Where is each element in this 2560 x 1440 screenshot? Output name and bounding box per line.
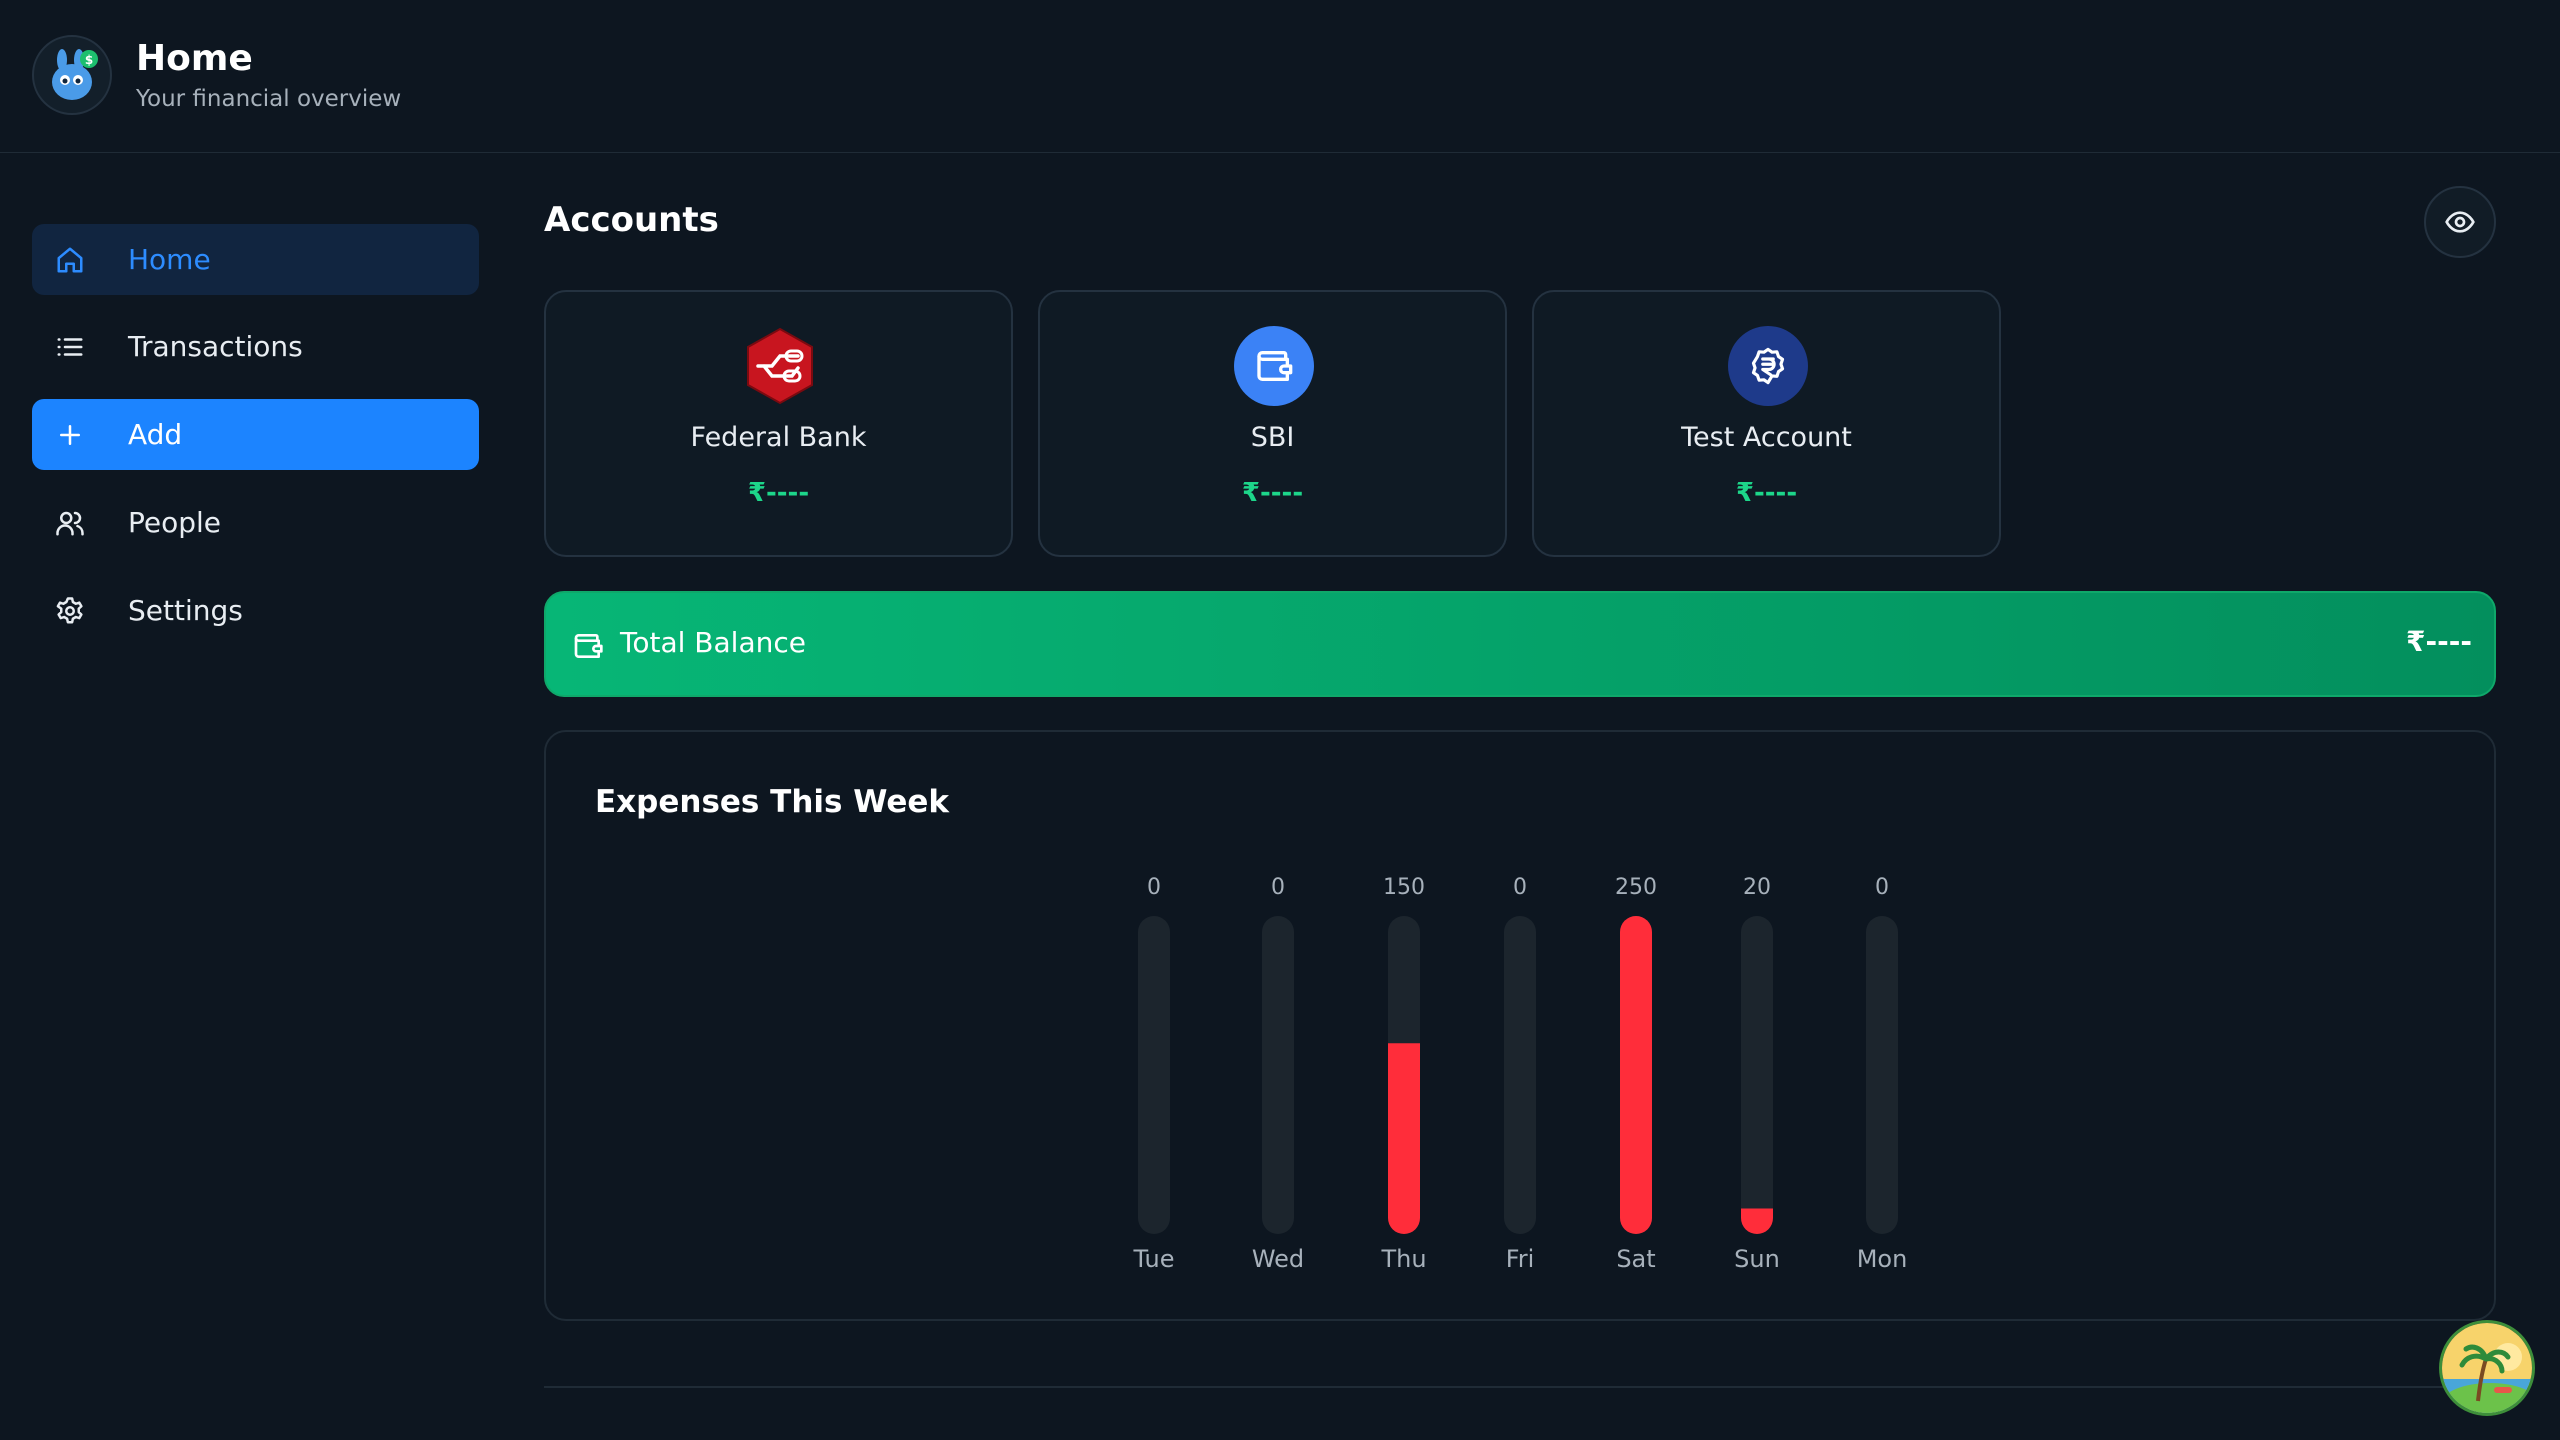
list-icon (54, 331, 86, 363)
account-card-sbi[interactable]: SBI ₹---- (1038, 290, 1507, 557)
data-label-sat: 250 (1615, 875, 1657, 900)
account-card-test-account[interactable]: Test Account ₹---- (1532, 290, 2001, 557)
sidebar-item-home[interactable]: Home (32, 224, 479, 295)
account-balance: ₹---- (1241, 478, 1304, 508)
home-icon (54, 244, 86, 276)
bar-track-tue (1138, 916, 1170, 1234)
tick-label-fri: Fri (1506, 1245, 1535, 1273)
bar-track-sun (1741, 916, 1773, 1234)
tick-label-tue: Tue (1133, 1245, 1175, 1273)
account-name: SBI (1250, 422, 1295, 453)
total-balance-value: ₹---- (2406, 625, 2472, 658)
bar-thu[interactable] (1388, 1043, 1420, 1234)
sidebar-item-label: Home (128, 243, 211, 276)
account-name: Federal Bank (690, 422, 867, 453)
app-logo[interactable]: $ (32, 35, 112, 115)
sidebar-item-add[interactable]: Add (32, 399, 479, 470)
sidebar-item-label: Settings (128, 594, 243, 627)
sidebar-item-people[interactable]: People (32, 487, 479, 558)
federal-bank-logo-icon (740, 326, 820, 406)
sidebar-item-label: Transactions (128, 330, 303, 363)
bunny-money-logo-icon: $ (52, 49, 98, 100)
toggle-visibility-button[interactable] (2424, 186, 2496, 258)
data-label-wed: 0 (1271, 875, 1285, 900)
bar-track-fri (1504, 916, 1536, 1234)
sidebar-item-settings[interactable]: Settings (32, 575, 479, 646)
tick-label-thu: Thu (1380, 1245, 1426, 1273)
gear-icon (54, 595, 86, 627)
people-icon (54, 507, 86, 539)
tick-label-sat: Sat (1616, 1245, 1655, 1273)
page-subtitle: Your financial overview (136, 86, 402, 112)
sidebar-item-label: Add (128, 418, 183, 451)
accounts-title: Accounts (544, 200, 719, 240)
expenses-bar-chart: 0 Tue 0 Wed 150 Thu 0 Fri 250 Sat 20 Sun 0 Mon (1133, 875, 1908, 1273)
eye-icon (2445, 211, 2475, 233)
bar-track-wed (1262, 916, 1294, 1234)
rupee-badge-icon (1728, 326, 1808, 406)
avatar-button[interactable] (2439, 1320, 2535, 1416)
account-card-federal-bank[interactable]: Federal Bank ₹---- (544, 290, 1013, 557)
data-label-mon: 0 (1875, 875, 1889, 900)
bar-sat[interactable] (1620, 916, 1652, 1234)
data-label-fri: 0 (1513, 875, 1527, 900)
tick-label-sun: Sun (1734, 1245, 1780, 1273)
expenses-chart-card: 0 Tue 0 Wed 150 Thu 0 Fri 250 Sat 20 Sun 0 Mon Expens… (544, 730, 2496, 1321)
sidebar-item-label: People (128, 506, 222, 539)
app-header: $ Home Your financial overview (0, 0, 2560, 153)
account-balance: ₹---- (1735, 478, 1798, 508)
data-label-thu: 150 (1383, 875, 1425, 900)
wallet-icon (572, 630, 604, 662)
data-label-sun: 20 (1743, 875, 1771, 900)
sidebar-item-transactions[interactable]: Transactions (32, 311, 479, 382)
data-label-tue: 0 (1147, 875, 1161, 900)
account-name: Test Account (1681, 422, 1852, 453)
bar-track-mon (1866, 916, 1898, 1234)
beach-avatar-icon (2442, 1323, 2532, 1413)
tick-label-mon: Mon (1857, 1245, 1908, 1273)
wallet-icon (1234, 326, 1314, 406)
svg-text:$: $ (85, 53, 93, 67)
total-balance-label: Total Balance (620, 626, 806, 659)
tick-label-wed: Wed (1252, 1245, 1304, 1273)
chart-title: Expenses This Week (595, 784, 950, 820)
divider (544, 1386, 2496, 1388)
account-balance: ₹---- (747, 478, 810, 508)
page-title: Home (136, 38, 253, 79)
total-balance-bar[interactable]: Total Balance ₹---- (544, 591, 2496, 697)
bar-sun[interactable] (1741, 1208, 1773, 1234)
plus-icon (54, 419, 86, 451)
